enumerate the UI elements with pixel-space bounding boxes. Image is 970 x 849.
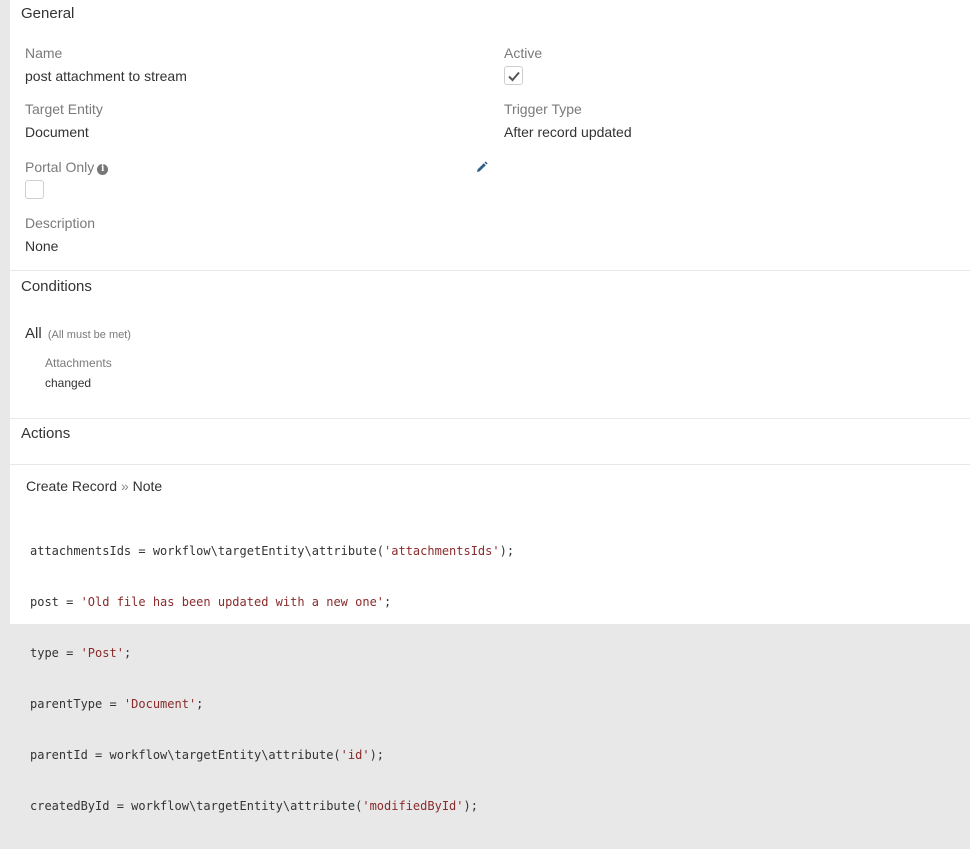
actions-panel: Actions Create Record » Note attachments… xyxy=(10,419,970,813)
general-panel-title: General xyxy=(21,5,75,22)
active-checkbox[interactable] xyxy=(504,66,523,85)
info-icon[interactable]: i xyxy=(97,164,109,175)
code-line: attachmentsIds = workflow\targetEntity\a… xyxy=(30,544,515,558)
action-title: Create Record » Note xyxy=(26,478,162,494)
checkmark-icon xyxy=(508,71,520,82)
condition-group-label: All xyxy=(25,325,42,342)
general-panel: General Name post attachment to stream A… xyxy=(10,0,970,270)
condition-operator: changed xyxy=(45,376,92,390)
actions-divider xyxy=(10,464,970,465)
description-value: None xyxy=(25,238,59,254)
code-line: post = 'Old file has been updated with a… xyxy=(30,595,392,609)
action-type: Create Record xyxy=(26,478,118,494)
condition-group-hint: (All must be met) xyxy=(47,329,131,341)
trigger-type-label: Trigger Type xyxy=(504,101,582,117)
action-entity: Note xyxy=(132,478,163,494)
condition-field: Attachments xyxy=(45,356,112,370)
pencil-icon[interactable] xyxy=(475,161,488,174)
action-separator: » xyxy=(120,478,129,494)
target-entity-label: Target Entity xyxy=(25,101,103,117)
actions-panel-title: Actions xyxy=(21,425,71,442)
conditions-panel: Conditions All (All must be met) Attachm… xyxy=(10,271,970,418)
portal-only-label-text: Portal Only xyxy=(25,159,95,175)
condition-group: All (All must be met) xyxy=(25,325,131,342)
portal-only-label: Portal Only i xyxy=(25,159,109,175)
active-label: Active xyxy=(504,45,543,61)
name-value: post attachment to stream xyxy=(25,68,187,84)
trigger-type-value: After record updated xyxy=(504,124,632,140)
code-line: parentType = 'Document'; xyxy=(30,697,204,711)
action-formula-code: attachmentsIds = workflow\targetEntity\a… xyxy=(30,509,514,849)
code-line: parentId = workflow\targetEntity\attribu… xyxy=(30,748,385,762)
code-line: createdById = workflow\targetEntity\attr… xyxy=(30,799,478,813)
code-line: type = 'Post'; xyxy=(30,646,132,660)
conditions-panel-title: Conditions xyxy=(21,278,92,295)
description-label: Description xyxy=(25,215,96,231)
portal-only-checkbox[interactable] xyxy=(25,180,44,199)
name-label: Name xyxy=(25,45,63,61)
target-entity-value: Document xyxy=(25,124,89,140)
